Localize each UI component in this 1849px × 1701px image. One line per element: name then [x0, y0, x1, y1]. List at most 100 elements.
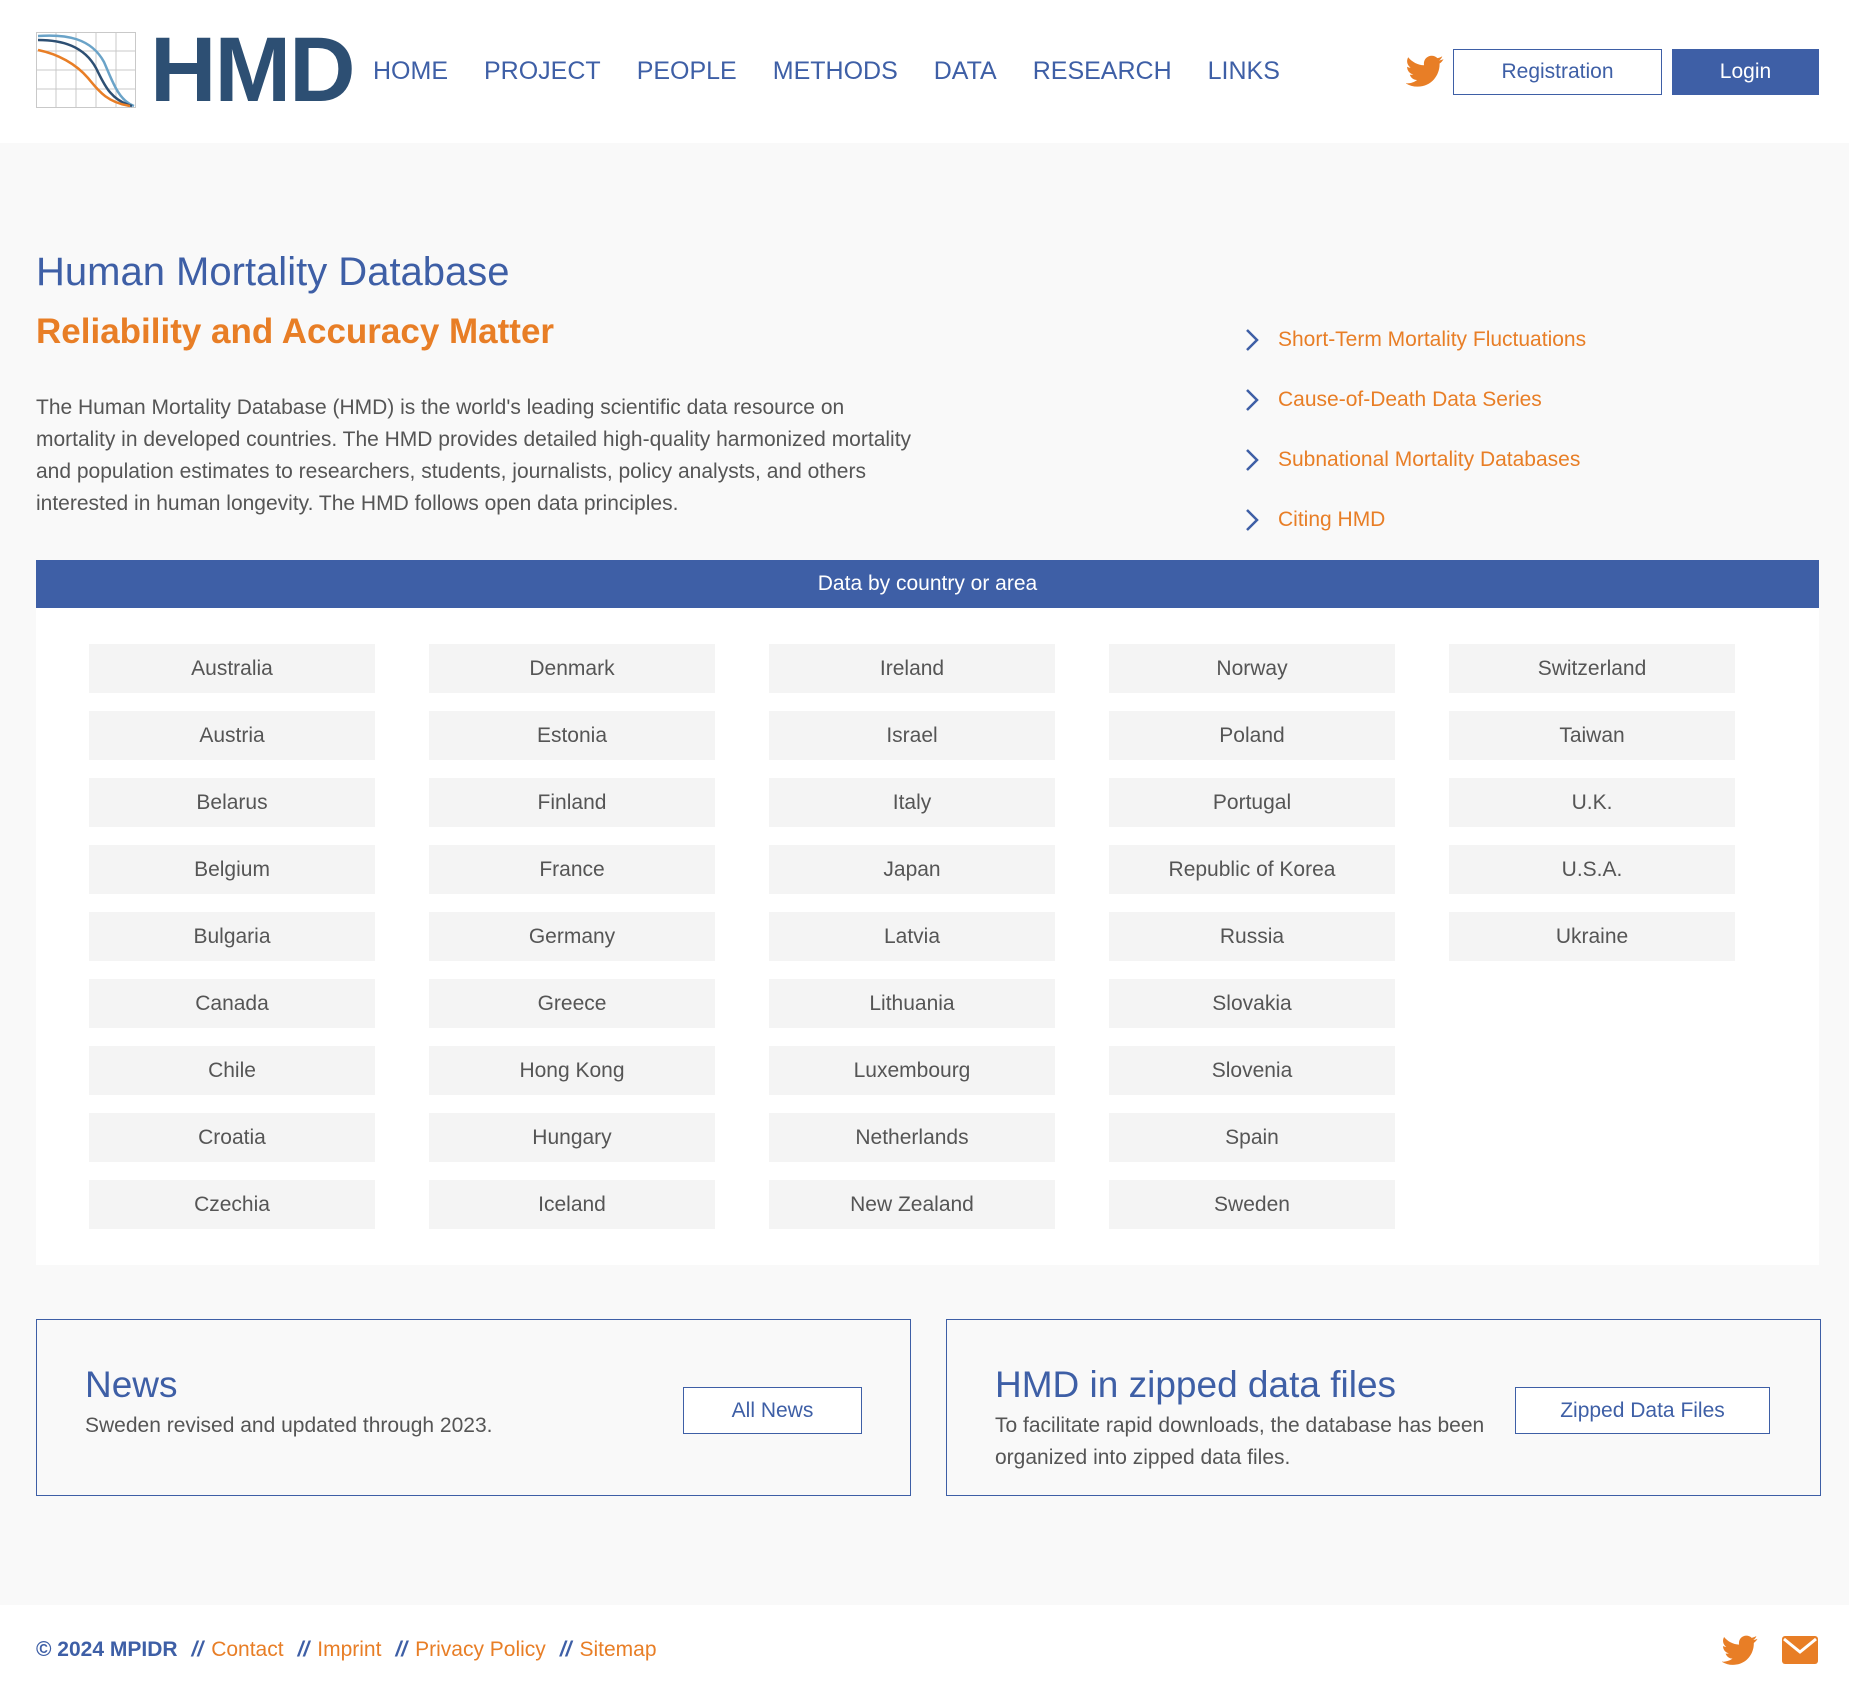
all-news-button[interactable]: All News	[683, 1387, 862, 1434]
country-link[interactable]: Belgium	[89, 845, 375, 894]
quick-link-citing[interactable]: Citing HMD	[1244, 490, 1586, 550]
nav-home[interactable]: HOME	[373, 54, 448, 88]
quick-link-subnational[interactable]: Subnational Mortality Databases	[1244, 430, 1586, 490]
country-link[interactable]: Czechia	[89, 1180, 375, 1229]
country-link[interactable]: Poland	[1109, 711, 1395, 760]
country-link[interactable]: Spain	[1109, 1113, 1395, 1162]
country-link[interactable]: Finland	[429, 778, 715, 827]
zipped-text: To facilitate rapid downloads, the datab…	[995, 1414, 1485, 1469]
country-link[interactable]: Chile	[89, 1046, 375, 1095]
country-link[interactable]: Denmark	[429, 644, 715, 693]
logo-graph-icon	[36, 32, 136, 108]
quick-link-cause-of-death[interactable]: Cause-of-Death Data Series	[1244, 370, 1586, 430]
country-link[interactable]: Israel	[769, 711, 1055, 760]
country-link[interactable]: Republic of Korea	[1109, 845, 1395, 894]
zipped-data-files-button[interactable]: Zipped Data Files	[1515, 1387, 1770, 1434]
country-link[interactable]: Austria	[89, 711, 375, 760]
country-link[interactable]: Hong Kong	[429, 1046, 715, 1095]
registration-button[interactable]: Registration	[1453, 49, 1662, 95]
country-link[interactable]: Belarus	[89, 778, 375, 827]
country-link[interactable]: Croatia	[89, 1113, 375, 1162]
country-link[interactable]: Taiwan	[1449, 711, 1735, 760]
quick-link-label: Subnational Mortality Databases	[1278, 448, 1581, 471]
country-link[interactable]: Japan	[769, 845, 1055, 894]
main-nav: HOME PROJECT PEOPLE METHODS DATA RESEARC…	[373, 54, 1316, 88]
chevron-right-icon	[1246, 449, 1259, 471]
footer-link-contact[interactable]: Contact	[211, 1638, 283, 1662]
site-footer: © 2024 MPIDR // Contact // Imprint // Pr…	[0, 1605, 1849, 1701]
chevron-right-icon	[1246, 389, 1259, 411]
country-link[interactable]: Luxembourg	[769, 1046, 1055, 1095]
country-link[interactable]: France	[429, 845, 715, 894]
country-link[interactable]: Canada	[89, 979, 375, 1028]
country-column: Norway Poland Portugal Republic of Korea Rus…	[1109, 644, 1395, 1247]
country-link[interactable]: Norway	[1109, 644, 1395, 693]
quick-link-label: Citing HMD	[1278, 508, 1386, 531]
twitter-icon[interactable]	[1406, 52, 1444, 90]
country-column: Ireland Israel Italy Japan Latvia Lithuania Lu…	[769, 644, 1055, 1247]
footer-separator: //	[191, 1638, 204, 1661]
quick-link-label: Short-Term Mortality Fluctuations	[1278, 328, 1587, 351]
country-link[interactable]: Ukraine	[1449, 912, 1735, 961]
country-link[interactable]: Russia	[1109, 912, 1395, 961]
hmd-logo[interactable]: HMD	[36, 24, 356, 116]
footer-link-imprint[interactable]: Imprint	[317, 1638, 381, 1662]
country-link[interactable]: Estonia	[429, 711, 715, 760]
country-column: Switzerland Taiwan U.K. U.S.A. Ukraine	[1449, 644, 1735, 1247]
country-grid: Australia Austria Belarus Belgium Bulgaria Ca…	[89, 644, 1735, 1247]
nav-project[interactable]: PROJECT	[484, 54, 601, 88]
page-title: Human Mortality Database	[36, 250, 510, 294]
footer-separator: //	[395, 1638, 408, 1661]
country-link[interactable]: Italy	[769, 778, 1055, 827]
country-column: Australia Austria Belarus Belgium Bulgaria Ca…	[89, 644, 375, 1247]
country-link[interactable]: Switzerland	[1449, 644, 1735, 693]
page-subtitle: Reliability and Accuracy Matter	[36, 312, 555, 351]
intro-text: The Human Mortality Database (HMD) is th…	[36, 396, 912, 515]
country-link[interactable]: Hungary	[429, 1113, 715, 1162]
country-link[interactable]: New Zealand	[769, 1180, 1055, 1229]
country-link[interactable]: U.K.	[1449, 778, 1735, 827]
footer-link-privacy[interactable]: Privacy Policy	[415, 1638, 546, 1662]
mail-icon[interactable]	[1782, 1635, 1818, 1665]
chevron-right-icon	[1246, 329, 1259, 351]
country-link[interactable]: Netherlands	[769, 1113, 1055, 1162]
site-header: HMD HOME PROJECT PEOPLE METHODS DATA RES…	[0, 0, 1849, 143]
country-link[interactable]: Sweden	[1109, 1180, 1395, 1229]
copyright: © 2024 MPIDR	[36, 1638, 178, 1661]
country-link[interactable]: Slovakia	[1109, 979, 1395, 1028]
country-link[interactable]: Bulgaria	[89, 912, 375, 961]
news-box: News Sweden revised and updated through …	[36, 1319, 911, 1496]
country-link[interactable]: Lithuania	[769, 979, 1055, 1028]
footer-link-sitemap[interactable]: Sitemap	[579, 1638, 656, 1662]
country-column: Denmark Estonia Finland France Germany Greece…	[429, 644, 715, 1247]
nav-people[interactable]: PEOPLE	[637, 54, 737, 88]
country-panel-heading: Data by country or area	[36, 560, 1819, 608]
quick-link-short-term[interactable]: Short-Term Mortality Fluctuations	[1244, 310, 1586, 370]
news-title: News	[85, 1364, 178, 1405]
country-link[interactable]: U.S.A.	[1449, 845, 1735, 894]
footer-icons	[1722, 1635, 1818, 1665]
quick-links: Short-Term Mortality Fluctuations Cause-…	[1244, 310, 1586, 550]
nav-data[interactable]: DATA	[934, 54, 997, 88]
nav-links[interactable]: LINKS	[1208, 54, 1280, 88]
country-link[interactable]: Ireland	[769, 644, 1055, 693]
footer-separator: //	[559, 1638, 572, 1661]
news-text: Sweden revised and updated through 2023.	[85, 1414, 493, 1437]
country-panel: Data by country or area Australia Austria…	[36, 560, 1819, 1265]
country-link[interactable]: Australia	[89, 644, 375, 693]
chevron-right-icon	[1246, 509, 1259, 531]
country-link[interactable]: Slovenia	[1109, 1046, 1395, 1095]
nav-methods[interactable]: METHODS	[773, 54, 898, 88]
footer-links: © 2024 MPIDR // Contact // Imprint // Pr…	[36, 1638, 657, 1662]
country-link[interactable]: Greece	[429, 979, 715, 1028]
country-link[interactable]: Germany	[429, 912, 715, 961]
country-link[interactable]: Portugal	[1109, 778, 1395, 827]
zipped-title: HMD in zipped data files	[995, 1364, 1397, 1405]
country-link[interactable]: Iceland	[429, 1180, 715, 1229]
nav-research[interactable]: RESEARCH	[1033, 54, 1172, 88]
twitter-icon[interactable]	[1722, 1635, 1758, 1665]
zipped-files-box: HMD in zipped data files To facilitate r…	[946, 1319, 1821, 1496]
footer-separator: //	[297, 1638, 310, 1661]
login-button[interactable]: Login	[1672, 49, 1819, 95]
country-link[interactable]: Latvia	[769, 912, 1055, 961]
